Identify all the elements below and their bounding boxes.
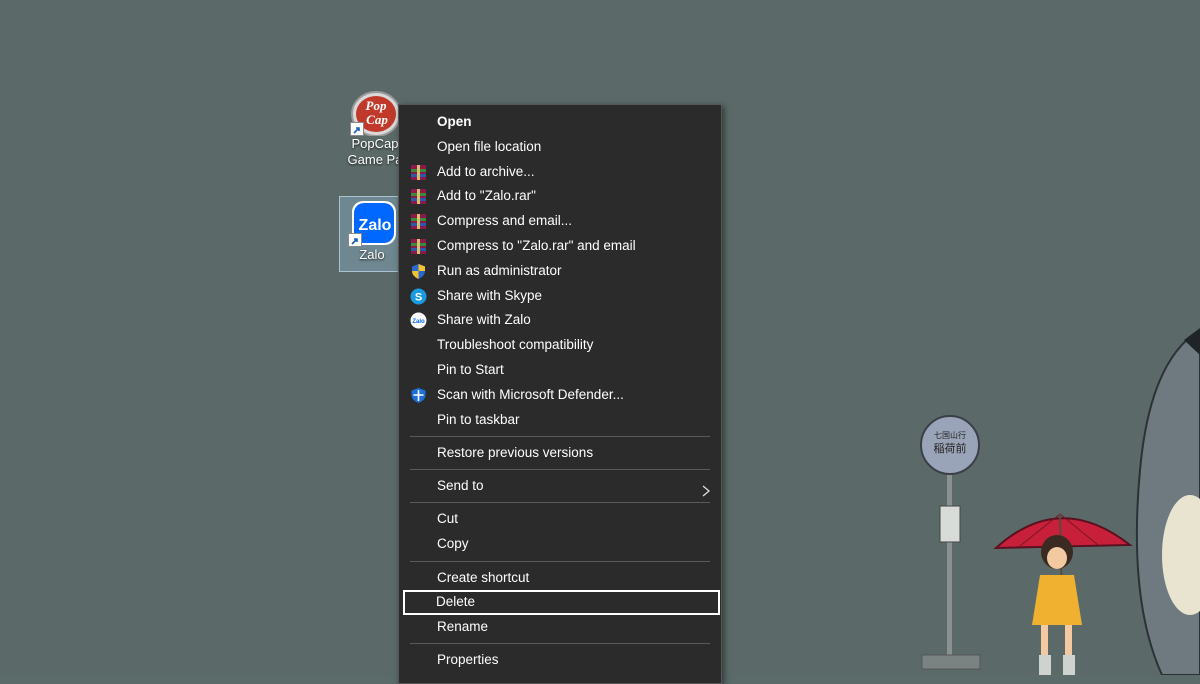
menu-item-label: Rename xyxy=(437,619,489,635)
menu-item-label: Add to "Zalo.rar" xyxy=(437,188,536,204)
menu-separator xyxy=(410,643,710,645)
menu-item-add-to-zalo-rar[interactable]: Add to "Zalo.rar" xyxy=(399,184,721,209)
menu-item-open-file-location[interactable]: Open file location xyxy=(399,135,721,160)
wallpaper-illustration: 七国山行 稲荷前 xyxy=(920,328,1200,675)
menu-item-label: Share with Zalo xyxy=(437,312,531,328)
menu-item-label: Properties xyxy=(437,652,499,668)
menu-item-compress-and-email[interactable]: Compress and email... xyxy=(399,209,721,234)
svg-text:Zalo: Zalo xyxy=(412,319,425,325)
menu-item-properties[interactable]: Properties xyxy=(399,648,721,673)
winrar-icon xyxy=(410,188,427,205)
menu-item-share-with-zalo[interactable]: Zalo Share with Zalo xyxy=(399,308,721,333)
menu-item-label: Pin to taskbar xyxy=(437,411,520,427)
menu-item-label: Open xyxy=(437,114,472,129)
winrar-icon xyxy=(410,213,427,230)
menu-item-send-to[interactable]: Send to xyxy=(399,474,721,499)
menu-item-label: Share with Skype xyxy=(437,287,543,303)
desktop[interactable]: Pop Cap PopCap Game Pa Zalo Zalo 七国山行 稲荷… xyxy=(0,0,1200,684)
menu-item-label: Restore previous versions xyxy=(437,444,594,460)
shortcut-arrow-icon xyxy=(348,233,362,247)
menu-item-troubleshoot-compatibility[interactable]: Troubleshoot compatibility xyxy=(399,333,721,358)
menu-item-label: Send to xyxy=(437,478,484,494)
skype-icon: S xyxy=(410,288,427,305)
svg-text:S: S xyxy=(415,291,422,303)
defender-shield-icon xyxy=(410,387,427,404)
popcap-logo-top: Pop xyxy=(366,98,387,113)
menu-item-label: Scan with Microsoft Defender... xyxy=(437,386,624,402)
menu-item-copy[interactable]: Copy xyxy=(399,532,721,557)
menu-item-compress-to-zalo-rar-email[interactable]: Compress to "Zalo.rar" and email xyxy=(399,234,721,259)
zalo-logo-icon: Zalo xyxy=(348,199,396,247)
menu-item-scan-with-defender[interactable]: Scan with Microsoft Defender... xyxy=(399,383,721,408)
menu-separator xyxy=(410,502,710,504)
menu-item-create-shortcut[interactable]: Create shortcut xyxy=(399,566,721,591)
menu-item-label: Copy xyxy=(437,536,469,552)
menu-item-rename[interactable]: Rename xyxy=(399,615,721,640)
chevron-right-icon xyxy=(701,481,711,497)
bus-stop-sign-top: 七国山行 xyxy=(934,430,966,440)
shortcut-arrow-icon xyxy=(350,122,364,136)
zalo-icon: Zalo xyxy=(410,312,427,329)
menu-item-label: Pin to Start xyxy=(437,361,504,377)
menu-separator xyxy=(410,435,710,437)
menu-item-label: Compress and email... xyxy=(437,213,573,229)
menu-item-share-with-skype[interactable]: S Share with Skype xyxy=(399,284,721,309)
menu-item-open[interactable]: Open xyxy=(399,110,721,135)
menu-item-label: Compress to "Zalo.rar" and email xyxy=(437,237,636,253)
menu-item-label: Open file location xyxy=(437,138,542,154)
menu-item-restore-previous-versions[interactable]: Restore previous versions xyxy=(399,441,721,466)
bus-stop-sign-main: 稲荷前 xyxy=(934,441,967,455)
menu-item-cut[interactable]: Cut xyxy=(399,507,721,532)
menu-item-label: Add to archive... xyxy=(437,163,535,179)
menu-item-add-to-archive[interactable]: Add to archive... xyxy=(399,160,721,185)
menu-item-label: Cut xyxy=(437,511,459,527)
popcap-logo-icon: Pop Cap xyxy=(350,90,401,137)
zalo-logo-text: Zalo xyxy=(359,217,392,234)
uac-shield-icon xyxy=(410,263,427,280)
menu-item-label: Create shortcut xyxy=(437,569,530,585)
zalo-label: Zalo xyxy=(359,247,385,262)
winrar-icon xyxy=(410,164,427,181)
context-menu: Open Open file location Add to archive..… xyxy=(398,104,722,684)
menu-item-label: Delete xyxy=(436,594,476,610)
popcap-logo-bottom: Cap xyxy=(366,112,388,127)
menu-item-run-as-administrator[interactable]: Run as administrator xyxy=(399,259,721,284)
menu-separator xyxy=(410,469,710,471)
menu-item-label: Run as administrator xyxy=(437,262,562,278)
menu-separator xyxy=(410,560,710,562)
winrar-icon xyxy=(410,238,427,255)
desktop-icon-zalo[interactable]: Zalo Zalo xyxy=(339,196,405,272)
menu-item-pin-to-start[interactable]: Pin to Start xyxy=(399,358,721,383)
menu-item-label: Troubleshoot compatibility xyxy=(437,337,594,353)
menu-item-pin-to-taskbar[interactable]: Pin to taskbar xyxy=(399,408,721,433)
menu-item-delete[interactable]: Delete xyxy=(403,590,720,616)
